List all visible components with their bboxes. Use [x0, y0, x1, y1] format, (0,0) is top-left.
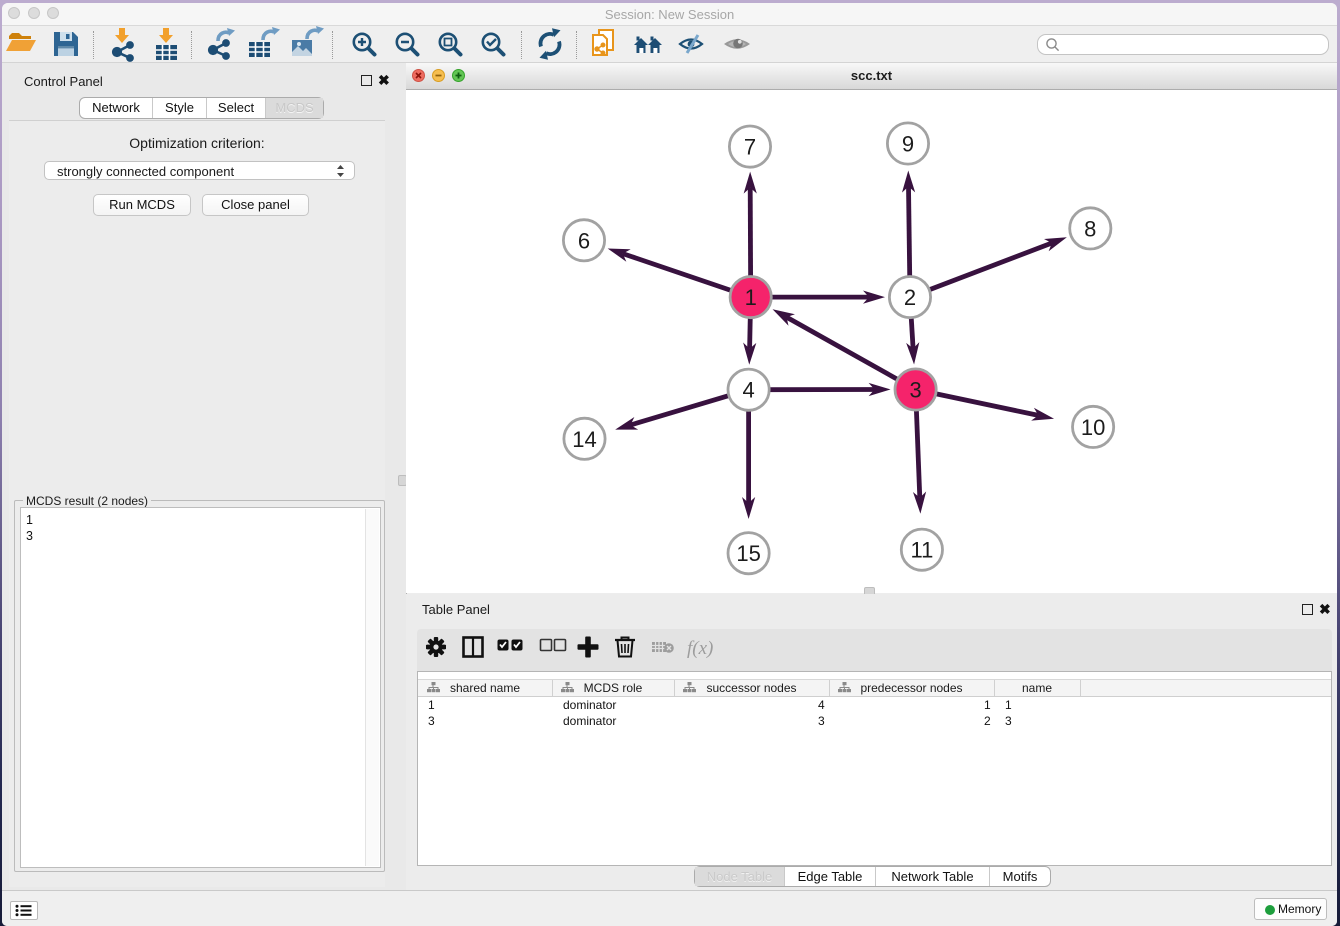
svg-text:8: 8: [1084, 216, 1096, 241]
svg-text:9: 9: [902, 132, 914, 157]
svg-text:14: 14: [572, 427, 596, 452]
svg-text:3: 3: [909, 378, 921, 403]
svg-text:11: 11: [910, 538, 933, 563]
svg-text:6: 6: [578, 228, 590, 253]
svg-text:2: 2: [904, 285, 916, 310]
svg-text:1: 1: [745, 285, 757, 310]
svg-text:15: 15: [736, 541, 760, 566]
svg-text:7: 7: [744, 135, 756, 160]
svg-text:f(x): f(x): [687, 638, 713, 659]
svg-text:10: 10: [1081, 415, 1105, 440]
svg-text:4: 4: [742, 378, 754, 403]
